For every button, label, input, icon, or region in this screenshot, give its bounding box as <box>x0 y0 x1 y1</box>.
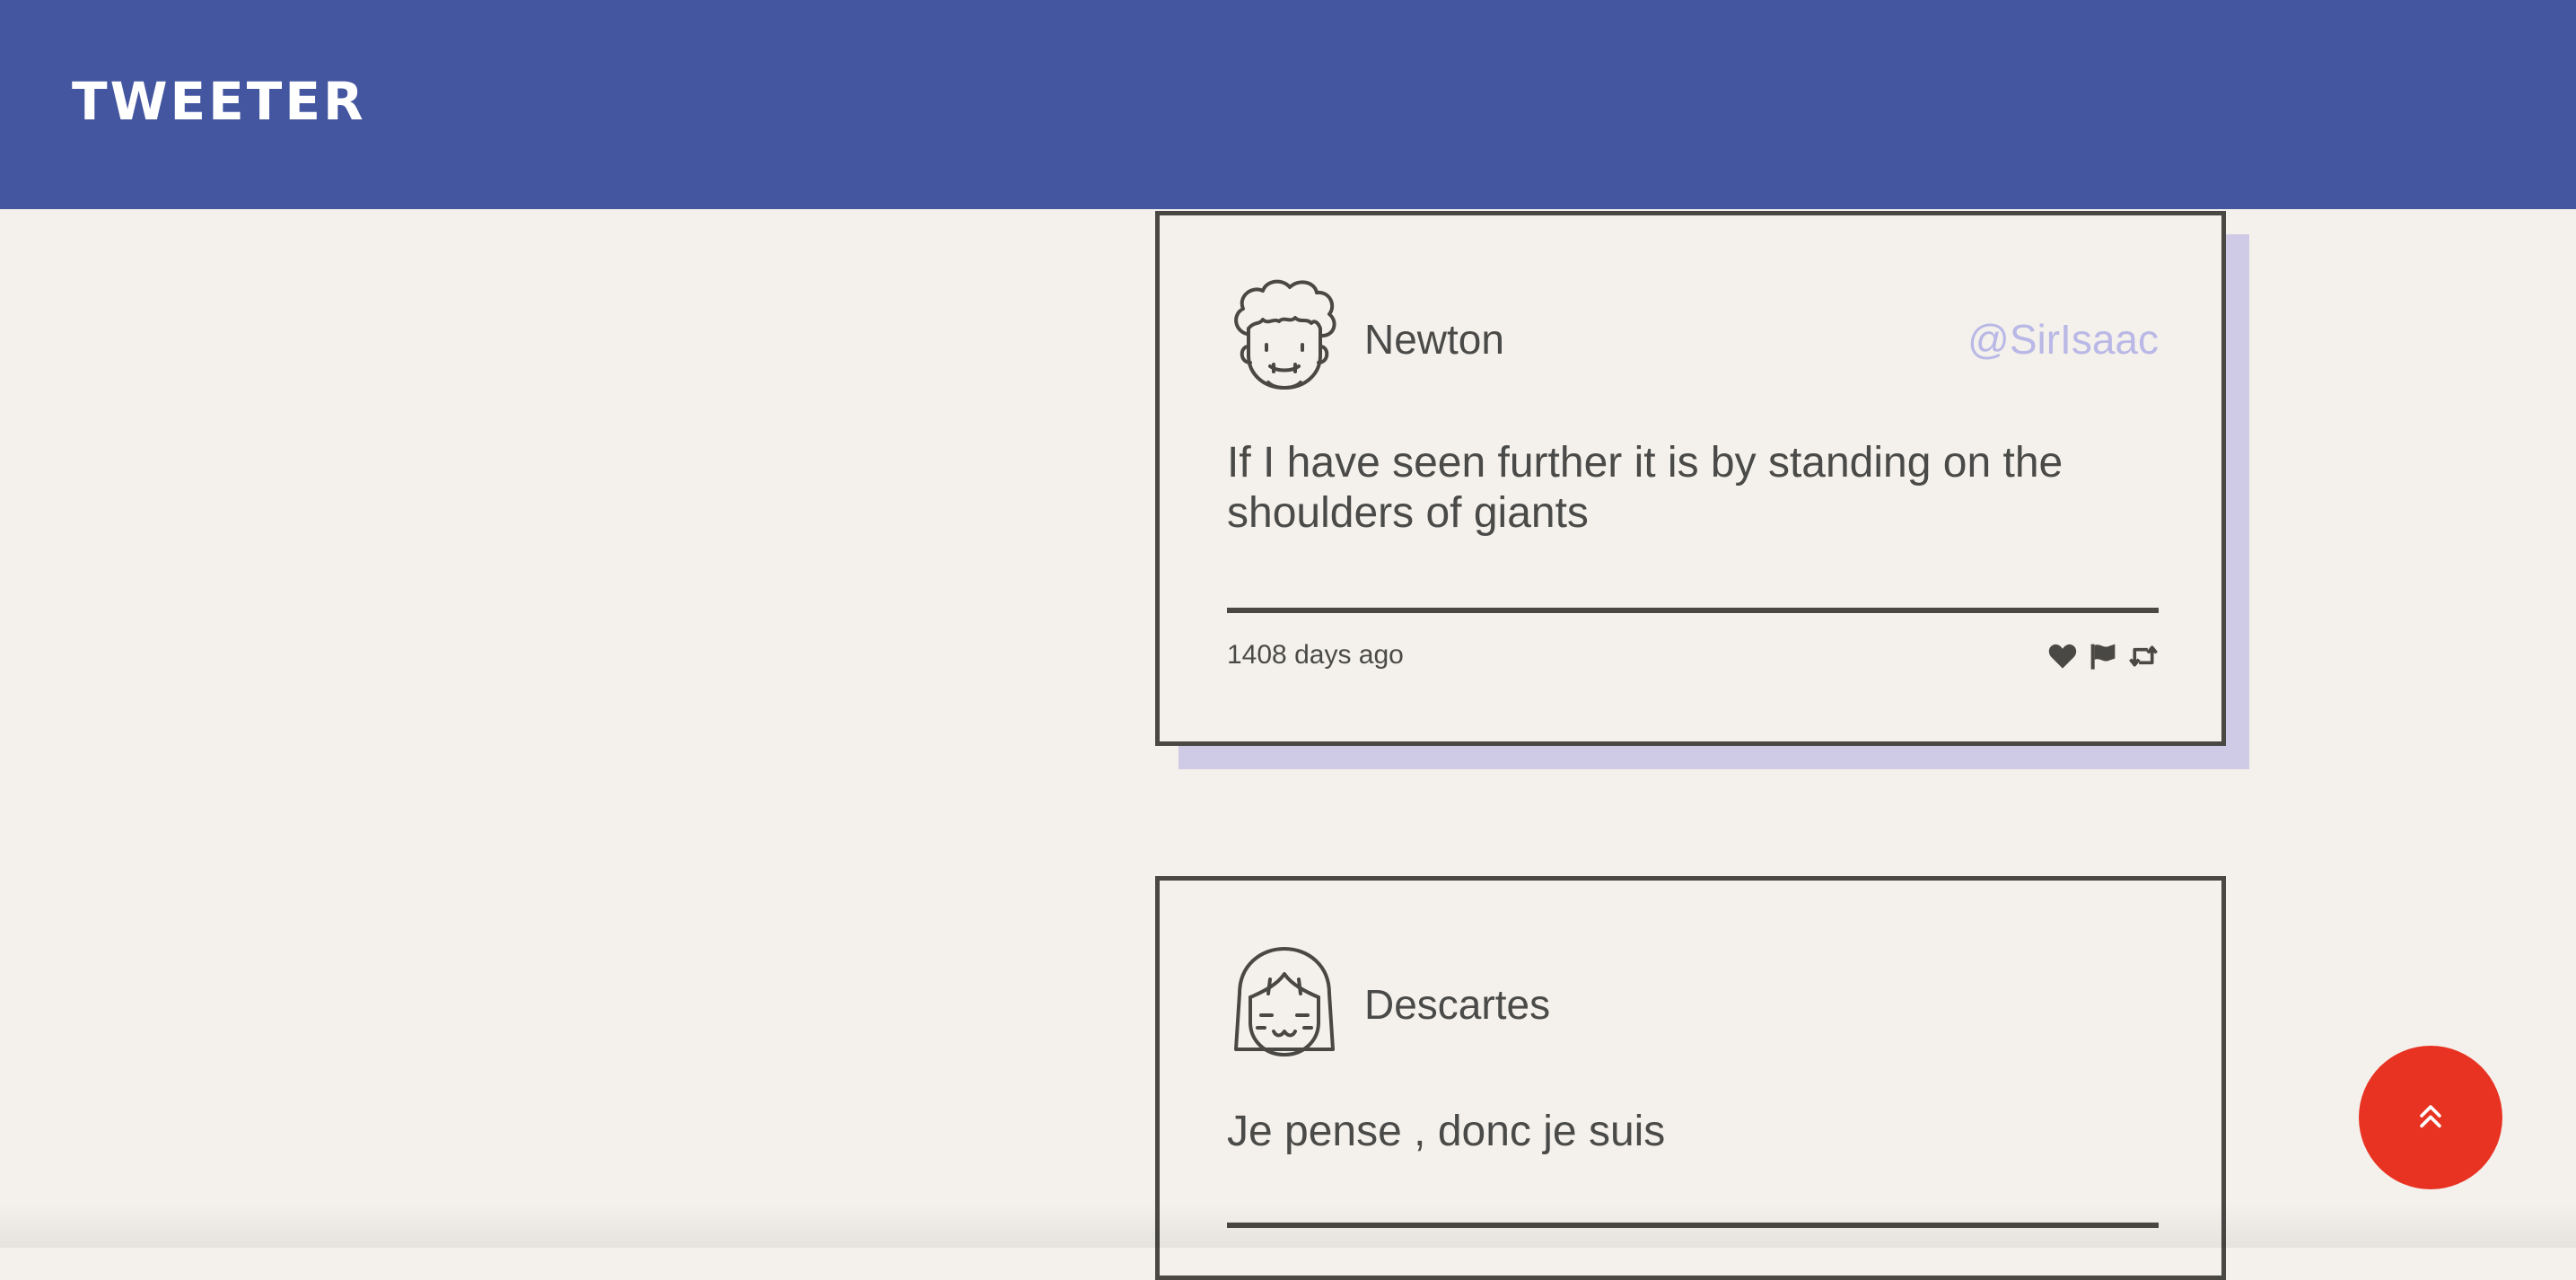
flag-icon[interactable] <box>2089 642 2117 671</box>
tweet-timestamp: 1408 days ago <box>1227 640 1404 670</box>
double-chevron-up-icon <box>2415 1100 2446 1135</box>
scroll-to-top-button[interactable] <box>2359 1046 2502 1189</box>
brand-logo[interactable]: TWEETER <box>72 70 366 133</box>
tweet-actions <box>2047 642 2159 671</box>
tweet-text: Je pense , donc je suis <box>1227 1108 1666 1155</box>
top-nav-bar: TWEETER <box>0 0 2576 209</box>
author-handle[interactable]: @SirIsaac <box>1967 314 2159 364</box>
retweet-icon[interactable] <box>2128 644 2159 669</box>
tweet-text: If I have seen further it is by standing… <box>1227 439 2063 537</box>
tweet-card[interactable]: Newton @SirIsaac If I have seen further … <box>1155 211 2226 746</box>
author-name: Descartes <box>1364 981 1551 1028</box>
tweet-card[interactable]: Descartes Je pense , donc je suis <box>1155 876 2226 1280</box>
heart-icon[interactable] <box>2047 643 2078 670</box>
author-name: Newton <box>1364 316 1504 363</box>
card-divider <box>1227 1223 2159 1228</box>
bob-hair-face-icon <box>1227 943 1342 1062</box>
curly-hair-face-icon <box>1227 278 1342 397</box>
card-divider <box>1227 608 2159 613</box>
